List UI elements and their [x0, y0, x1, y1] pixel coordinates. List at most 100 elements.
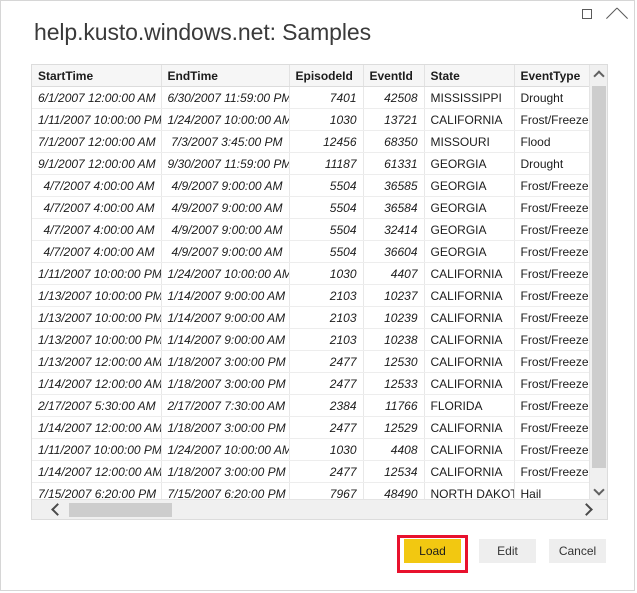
cell-state: CALIFORNIA	[424, 285, 514, 307]
scroll-left-button[interactable]	[46, 500, 66, 519]
cell-eventtype: Frost/Freeze	[514, 241, 589, 263]
cell-state: CALIFORNIA	[424, 329, 514, 351]
cell-eventid: 32414	[363, 219, 424, 241]
cell-starttime: 4/7/2007 4:00:00 AM	[32, 219, 161, 241]
cell-state: GEORGIA	[424, 197, 514, 219]
cell-state: MISSOURI	[424, 131, 514, 153]
cell-episodeid: 1030	[289, 439, 363, 461]
edit-button[interactable]: Edit	[479, 539, 536, 563]
cell-eventtype: Frost/Freeze	[514, 263, 589, 285]
cell-endtime: 1/14/2007 9:00:00 AM	[161, 285, 289, 307]
table-row[interactable]: 7/1/2007 12:00:00 AM7/3/2007 3:45:00 PM1…	[32, 131, 589, 153]
cell-eventtype: Frost/Freeze	[514, 307, 589, 329]
scroll-up-button[interactable]	[590, 65, 607, 83]
cell-eventtype: Frost/Freeze	[514, 439, 589, 461]
cell-eventtype: Frost/Freeze	[514, 351, 589, 373]
table-row[interactable]: 1/13/2007 10:00:00 PM1/14/2007 9:00:00 A…	[32, 307, 589, 329]
cell-episodeid: 2477	[289, 373, 363, 395]
cell-starttime: 2/17/2007 5:30:00 AM	[32, 395, 161, 417]
chevron-left-icon	[51, 504, 62, 515]
cell-endtime: 2/17/2007 7:30:00 AM	[161, 395, 289, 417]
preview-table: StartTime EndTime EpisodeId EventId Stat…	[32, 65, 589, 499]
table-row[interactable]: 4/7/2007 4:00:00 AM4/9/2007 9:00:00 AM55…	[32, 219, 589, 241]
cell-eventid: 36585	[363, 175, 424, 197]
cell-state: CALIFORNIA	[424, 109, 514, 131]
table-row[interactable]: 2/17/2007 5:30:00 AM2/17/2007 7:30:00 AM…	[32, 395, 589, 417]
table-row[interactable]: 1/11/2007 10:00:00 PM1/24/2007 10:00:00 …	[32, 263, 589, 285]
scroll-down-button[interactable]	[590, 481, 607, 499]
preview-grid: StartTime EndTime EpisodeId EventId Stat…	[31, 64, 608, 520]
cell-eventid: 42508	[363, 87, 424, 109]
cell-state: CALIFORNIA	[424, 263, 514, 285]
cell-eventid: 10239	[363, 307, 424, 329]
cell-episodeid: 5504	[289, 197, 363, 219]
cell-episodeid: 5504	[289, 175, 363, 197]
maximize-button[interactable]	[572, 1, 602, 27]
cell-episodeid: 2103	[289, 307, 363, 329]
cell-starttime: 1/11/2007 10:00:00 PM	[32, 109, 161, 131]
close-button[interactable]	[602, 1, 632, 27]
chevron-up-icon	[594, 70, 603, 79]
scroll-right-button[interactable]	[577, 500, 597, 519]
column-header-eventid[interactable]: EventId	[363, 65, 424, 87]
cell-eventid: 12530	[363, 351, 424, 373]
table-row[interactable]: 1/13/2007 12:00:00 AM1/18/2007 3:00:00 P…	[32, 351, 589, 373]
column-header-eventtype[interactable]: EventType	[514, 65, 589, 87]
cell-starttime: 1/14/2007 12:00:00 AM	[32, 417, 161, 439]
cell-state: FLORIDA	[424, 395, 514, 417]
table-row[interactable]: 6/1/2007 12:00:00 AM6/30/2007 11:59:00 P…	[32, 87, 589, 109]
vertical-scrollbar[interactable]	[589, 65, 607, 499]
load-button[interactable]: Load	[404, 539, 461, 563]
table-row[interactable]: 1/14/2007 12:00:00 AM1/18/2007 3:00:00 P…	[32, 417, 589, 439]
column-header-endtime[interactable]: EndTime	[161, 65, 289, 87]
table-body: 6/1/2007 12:00:00 AM6/30/2007 11:59:00 P…	[32, 87, 589, 500]
vertical-scroll-thumb[interactable]	[592, 86, 606, 468]
table-row[interactable]: 4/7/2007 4:00:00 AM4/9/2007 9:00:00 AM55…	[32, 241, 589, 263]
horizontal-scroll-thumb[interactable]	[69, 503, 172, 517]
cell-episodeid: 7401	[289, 87, 363, 109]
cell-starttime: 1/13/2007 10:00:00 PM	[32, 329, 161, 351]
cell-state: GEORGIA	[424, 219, 514, 241]
horizontal-scrollbar[interactable]	[32, 499, 607, 519]
table-row[interactable]: 1/13/2007 10:00:00 PM1/14/2007 9:00:00 A…	[32, 329, 589, 351]
table-row[interactable]: 4/7/2007 4:00:00 AM4/9/2007 9:00:00 AM55…	[32, 197, 589, 219]
cell-state: GEORGIA	[424, 241, 514, 263]
cell-eventid: 36584	[363, 197, 424, 219]
cell-eventtype: Frost/Freeze	[514, 109, 589, 131]
cell-starttime: 1/11/2007 10:00:00 PM	[32, 439, 161, 461]
table-row[interactable]: 7/15/2007 6:20:00 PM7/15/2007 6:20:00 PM…	[32, 483, 589, 500]
cell-state: CALIFORNIA	[424, 307, 514, 329]
cell-eventtype: Hail	[514, 483, 589, 500]
cell-starttime: 1/14/2007 12:00:00 AM	[32, 461, 161, 483]
table-row[interactable]: 1/14/2007 12:00:00 AM1/18/2007 3:00:00 P…	[32, 373, 589, 395]
table-row[interactable]: 1/14/2007 12:00:00 AM1/18/2007 3:00:00 P…	[32, 461, 589, 483]
cell-episodeid: 2477	[289, 461, 363, 483]
cell-state: MISSISSIPPI	[424, 87, 514, 109]
table-row[interactable]: 1/13/2007 10:00:00 PM1/14/2007 9:00:00 A…	[32, 285, 589, 307]
table-row[interactable]: 9/1/2007 12:00:00 AM9/30/2007 11:59:00 P…	[32, 153, 589, 175]
table-row[interactable]: 4/7/2007 4:00:00 AM4/9/2007 9:00:00 AM55…	[32, 175, 589, 197]
cell-starttime: 4/7/2007 4:00:00 AM	[32, 197, 161, 219]
cell-eventid: 12533	[363, 373, 424, 395]
cell-eventid: 11766	[363, 395, 424, 417]
cell-eventtype: Frost/Freeze	[514, 219, 589, 241]
cell-starttime: 7/15/2007 6:20:00 PM	[32, 483, 161, 500]
cell-starttime: 1/14/2007 12:00:00 AM	[32, 373, 161, 395]
cell-episodeid: 12456	[289, 131, 363, 153]
column-header-starttime[interactable]: StartTime	[32, 65, 161, 87]
table-row[interactable]: 1/11/2007 10:00:00 PM1/24/2007 10:00:00 …	[32, 439, 589, 461]
cell-eventid: 12529	[363, 417, 424, 439]
cell-endtime: 1/18/2007 3:00:00 PM	[161, 351, 289, 373]
table-row[interactable]: 1/11/2007 10:00:00 PM1/24/2007 10:00:00 …	[32, 109, 589, 131]
preview-grid-scrollarea[interactable]: StartTime EndTime EpisodeId EventId Stat…	[32, 65, 589, 499]
column-header-episodeid[interactable]: EpisodeId	[289, 65, 363, 87]
chevron-right-icon	[582, 504, 593, 515]
cell-eventid: 4407	[363, 263, 424, 285]
cell-starttime: 1/13/2007 10:00:00 PM	[32, 285, 161, 307]
cell-endtime: 4/9/2007 9:00:00 AM	[161, 197, 289, 219]
cancel-button[interactable]: Cancel	[549, 539, 606, 563]
cell-starttime: 4/7/2007 4:00:00 AM	[32, 175, 161, 197]
column-header-state[interactable]: State	[424, 65, 514, 87]
cell-starttime: 1/13/2007 12:00:00 AM	[32, 351, 161, 373]
cell-episodeid: 2477	[289, 417, 363, 439]
